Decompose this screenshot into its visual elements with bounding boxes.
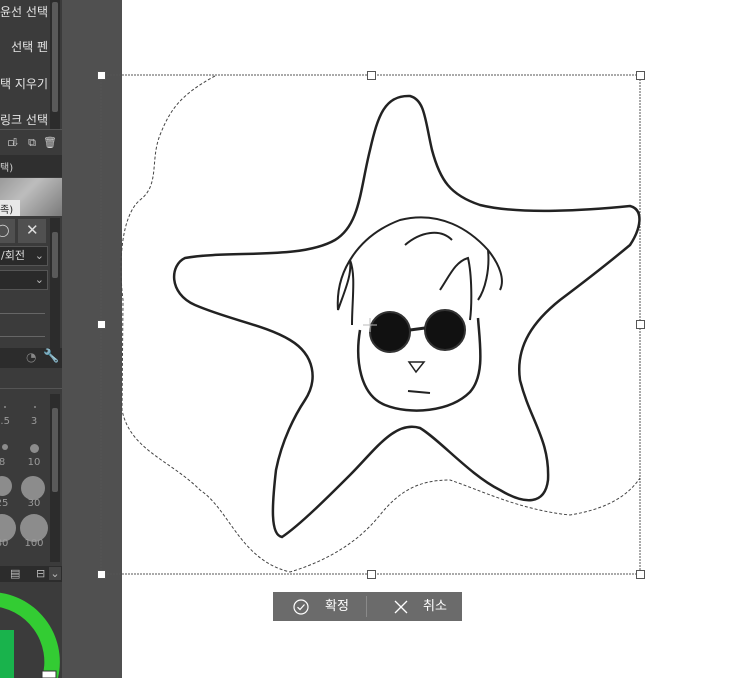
- sunglasses-right-lens: [424, 309, 466, 351]
- cancel-button[interactable]: 취소: [367, 592, 462, 621]
- transform-handle-left[interactable]: [97, 320, 106, 329]
- sunglasses-left-lens: [369, 311, 411, 353]
- cancel-label: 취소: [423, 599, 447, 614]
- confirm-label: 확정: [325, 599, 349, 614]
- starfish-outline: [172, 94, 641, 539]
- transform-handle-top[interactable]: [367, 71, 376, 80]
- transform-handle-top-left[interactable]: [97, 71, 106, 80]
- transform-handle-bottom-right[interactable]: [636, 570, 645, 579]
- check-circle-icon: [293, 599, 309, 615]
- hair: [336, 216, 503, 326]
- nose: [407, 361, 426, 374]
- transform-handle-right[interactable]: [636, 320, 645, 329]
- sunglasses-bridge: [409, 326, 426, 332]
- x-icon: [394, 600, 408, 614]
- transform-handle-top-right[interactable]: [636, 71, 645, 80]
- transform-handle-bottom-left[interactable]: [97, 570, 106, 579]
- confirm-button[interactable]: 확정: [273, 592, 366, 621]
- transform-commit-bar: 확정 취소: [273, 592, 462, 621]
- transform-handle-bottom[interactable]: [367, 570, 376, 579]
- mouth: [407, 390, 431, 394]
